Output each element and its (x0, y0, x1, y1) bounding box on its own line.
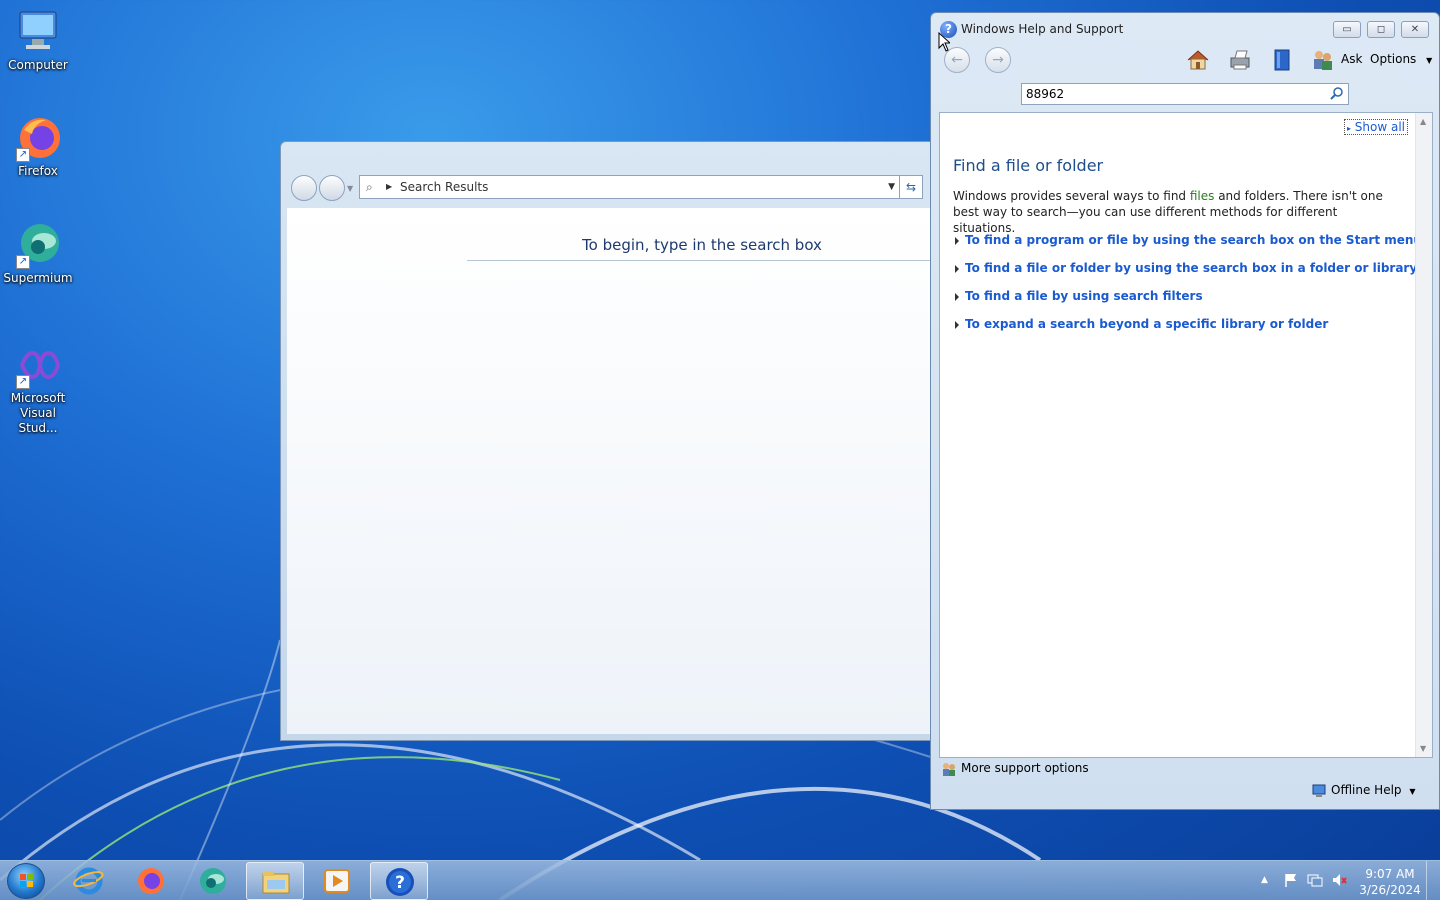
intro-text: Windows provides several ways to find (953, 189, 1190, 203)
minimize-button[interactable]: ▭ (1333, 21, 1361, 38)
show-all-link[interactable]: ▸ Show all (1343, 119, 1408, 135)
firefox-icon: ↗ (14, 114, 62, 162)
desktop-icon-label: Firefox (18, 164, 58, 178)
show-hidden-icons-button[interactable]: ▲ (1261, 875, 1268, 885)
system-clock[interactable]: 9:07 AM 3/26/2024 (1352, 866, 1428, 898)
file-explorer-icon (262, 872, 290, 894)
taskbar: ? ▲ 9:07 AM 3/26/2024 (0, 860, 1440, 900)
desktop-icon-label: Microsoft Visual Stud... (10, 391, 66, 435)
window-title: Windows Help and Support (961, 22, 1124, 36)
svg-text:?: ? (395, 873, 405, 893)
computer-icon (14, 8, 62, 56)
home-icon[interactable] (1185, 47, 1211, 73)
search-icon[interactable] (1330, 86, 1344, 100)
vertical-scrollbar[interactable]: ▲ ▼ (1415, 113, 1432, 757)
scroll-up-icon[interactable]: ▲ (1420, 117, 1426, 126)
taskbar-help-and-support[interactable]: ? (370, 862, 428, 900)
shortcut-arrow-icon: ↗ (16, 255, 30, 269)
help-search-input[interactable]: 88962 (1021, 83, 1349, 105)
close-button[interactable]: ✕ (1401, 21, 1429, 38)
results-pane[interactable]: To begin, type in the search box (287, 208, 937, 734)
help-window[interactable]: ? Windows Help and Support ▭ ◻ ✕ ← → Ask… (930, 12, 1440, 810)
topic-link-search-filters[interactable]: To find a file by using search filters (953, 289, 1203, 303)
search-results-window[interactable]: ▼ ⌕ ▶ Search Results ▼ ⇆ To begin, type … (280, 141, 937, 741)
desktop-icon-visual-studio[interactable]: ↗ Microsoft Visual Stud... (0, 341, 76, 436)
expand-icon: ▸ (1346, 124, 1351, 133)
forward-button[interactable] (319, 175, 345, 201)
internet-explorer-icon (73, 867, 104, 895)
topic-link-start-menu-search[interactable]: To find a program or file by using the s… (953, 233, 1422, 247)
print-icon[interactable] (1227, 47, 1253, 73)
help-titlebar[interactable]: ? Windows Help and Support ▭ ◻ ✕ (931, 13, 1439, 43)
browse-help-icon[interactable] (1269, 47, 1295, 73)
page-title: Find a file or folder (953, 156, 1104, 175)
windows-logo-icon (20, 874, 33, 887)
desktop-icon-label: Supermium (3, 271, 73, 285)
clock-time: 9:07 AM (1365, 867, 1415, 881)
show-desktop-button[interactable] (1426, 861, 1440, 900)
back-button[interactable] (291, 175, 317, 201)
more-support-label: More support options (961, 761, 1089, 775)
desktop-icon-label: Computer (8, 58, 68, 72)
chevron-down-icon: ▼ (1426, 56, 1433, 65)
supermium-icon (200, 868, 226, 894)
glossary-link-files[interactable]: files (1190, 189, 1215, 203)
ask-icon[interactable] (1309, 47, 1335, 73)
taskbar-firefox[interactable] (122, 862, 180, 900)
help-icon: ? (386, 868, 414, 896)
forward-button[interactable]: → (985, 47, 1011, 73)
maximize-button[interactable]: ◻ (1367, 21, 1395, 38)
topic-link-folder-search[interactable]: To find a file or folder by using the se… (953, 261, 1417, 275)
intro-paragraph: Windows provides several ways to find fi… (953, 188, 1403, 236)
address-dropdown-icon[interactable]: ▼ (888, 176, 895, 198)
mouse-cursor-icon (938, 32, 950, 52)
options-button[interactable]: Options ▼ (1370, 52, 1432, 66)
volume-muted-icon[interactable] (1331, 872, 1347, 888)
taskbar-file-explorer[interactable] (246, 862, 304, 900)
network-icon[interactable] (1307, 872, 1323, 888)
media-player-icon (324, 869, 350, 893)
show-all-label: Show all (1354, 120, 1405, 134)
options-label: Options (1370, 52, 1417, 66)
start-button[interactable] (7, 863, 45, 899)
search-input-value: 88962 (1026, 87, 1065, 101)
refresh-icon[interactable]: ⇆ (899, 175, 923, 199)
offline-help-label: Offline Help (1331, 783, 1402, 797)
address-bar[interactable]: ⌕ ▶ Search Results ▼ (359, 175, 902, 199)
desktop-icon-supermium[interactable]: ↗ Supermium (0, 221, 76, 286)
desktop-icon-firefox[interactable]: ↗ Firefox (0, 114, 76, 179)
shortcut-arrow-icon: ↗ (16, 375, 30, 389)
clock-date: 3/26/2024 (1359, 883, 1421, 897)
scroll-down-icon[interactable]: ▼ (1420, 744, 1426, 753)
visual-studio-icon: ↗ (14, 341, 62, 389)
computer-icon (1312, 784, 1326, 797)
recent-pages-dropdown-icon[interactable]: ▼ (347, 184, 353, 193)
taskbar-internet-explorer[interactable] (60, 862, 118, 900)
shortcut-arrow-icon: ↗ (16, 148, 30, 162)
taskbar-media-player[interactable] (308, 862, 366, 900)
address-text: Search Results (400, 180, 489, 194)
more-support-options-link[interactable]: More support options (941, 761, 1089, 776)
ask-button[interactable]: Ask (1341, 52, 1362, 66)
taskbar-supermium[interactable] (184, 862, 242, 900)
action-center-flag-icon[interactable] (1283, 872, 1299, 888)
explorer-toolbar: ▼ ⌕ ▶ Search Results ▼ ⇆ (281, 142, 931, 208)
breadcrumb-chevron-icon[interactable]: ▶ (386, 176, 392, 198)
firefox-icon (138, 868, 164, 894)
support-people-icon (943, 763, 955, 776)
empty-search-message: To begin, type in the search box (467, 236, 937, 261)
desktop-icon-computer[interactable]: Computer (0, 8, 76, 73)
help-content-pane[interactable]: ▸ Show all Find a file or folder Windows… (939, 112, 1433, 758)
search-icon: ⌕ (366, 180, 373, 194)
topic-link-expand-search[interactable]: To expand a search beyond a specific lib… (953, 317, 1328, 331)
chevron-down-icon: ▼ (1409, 787, 1416, 796)
offline-help-button[interactable]: Offline Help ▼ (1311, 783, 1416, 797)
supermium-icon: ↗ (14, 221, 62, 269)
